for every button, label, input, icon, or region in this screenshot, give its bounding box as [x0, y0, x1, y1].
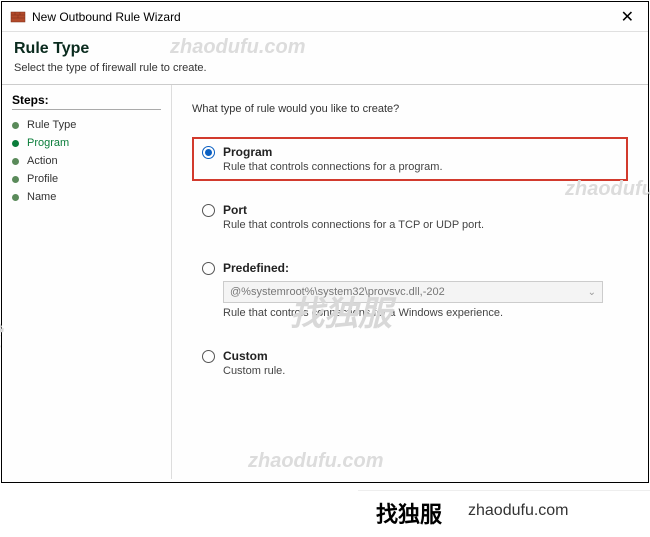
radio-predefined[interactable]	[202, 262, 215, 275]
wizard-body: Steps: Rule Type Program Action Profile	[2, 85, 648, 479]
steps-sidebar: Steps: Rule Type Program Action Profile	[2, 85, 172, 479]
step-label: Rule Type	[27, 119, 76, 131]
step-program[interactable]: Program	[12, 134, 161, 152]
bullet-icon	[12, 158, 19, 165]
option-predefined-label: Predefined:	[223, 261, 289, 275]
option-port[interactable]: Port Rule that controls connections for …	[192, 195, 628, 239]
step-label: Action	[27, 155, 58, 167]
option-custom[interactable]: Custom Custom rule.	[192, 341, 628, 385]
wizard-window: New Outbound Rule Wizard ✕ Rule Type Sel…	[1, 1, 649, 483]
option-custom-desc: Custom rule.	[223, 365, 618, 377]
step-label: Program	[27, 137, 69, 149]
footer-brand-en: zhaodufu.com	[468, 502, 569, 520]
option-predefined-desc: Rule that controls connections for a Win…	[223, 307, 618, 319]
step-profile[interactable]: Profile	[12, 170, 161, 188]
dropdown-value: @%systemroot%\system32\provsvc.dll,-202	[230, 286, 445, 298]
radio-program[interactable]	[202, 146, 215, 159]
option-program[interactable]: Program Rule that controls connections f…	[192, 137, 628, 181]
option-predefined[interactable]: Predefined: @%systemroot%\system32\provs…	[192, 253, 628, 327]
steps-list: Rule Type Program Action Profile Name	[12, 116, 161, 206]
options-group: Program Rule that controls connections f…	[192, 137, 628, 385]
option-program-label: Program	[223, 145, 272, 159]
step-rule-type[interactable]: Rule Type	[12, 116, 161, 134]
step-name[interactable]: Name	[12, 188, 161, 206]
option-program-desc: Rule that controls connections for a pro…	[223, 161, 618, 173]
chevron-down-icon: ⌄	[588, 287, 596, 298]
radio-port[interactable]	[202, 204, 215, 217]
predefined-dropdown[interactable]: @%systemroot%\system32\provsvc.dll,-202 …	[223, 281, 603, 303]
header: Rule Type Select the type of firewall ru…	[2, 32, 648, 84]
radio-custom[interactable]	[202, 350, 215, 363]
bullet-icon	[12, 194, 19, 201]
page-subtitle: Select the type of firewall rule to crea…	[14, 62, 636, 74]
bullet-icon	[12, 140, 19, 147]
steps-label: Steps:	[12, 93, 161, 110]
window-title: New Outbound Rule Wizard	[32, 10, 615, 24]
content-prompt: What type of rule would you like to crea…	[192, 103, 628, 115]
bullet-icon	[12, 122, 19, 129]
titlebar: New Outbound Rule Wizard ✕	[2, 2, 648, 32]
option-custom-label: Custom	[223, 349, 268, 363]
page-title: Rule Type	[14, 40, 636, 58]
option-port-label: Port	[223, 203, 247, 217]
step-label: Name	[27, 191, 56, 203]
step-action[interactable]: Action	[12, 152, 161, 170]
footer-brand-cn: 找独服	[376, 497, 442, 529]
close-button[interactable]: ✕	[615, 7, 640, 27]
option-port-desc: Rule that controls connections for a TCP…	[223, 219, 618, 231]
bullet-icon	[12, 176, 19, 183]
step-label: Profile	[27, 173, 58, 185]
firewall-icon	[10, 9, 26, 25]
content-panel: What type of rule would you like to crea…	[172, 85, 648, 479]
